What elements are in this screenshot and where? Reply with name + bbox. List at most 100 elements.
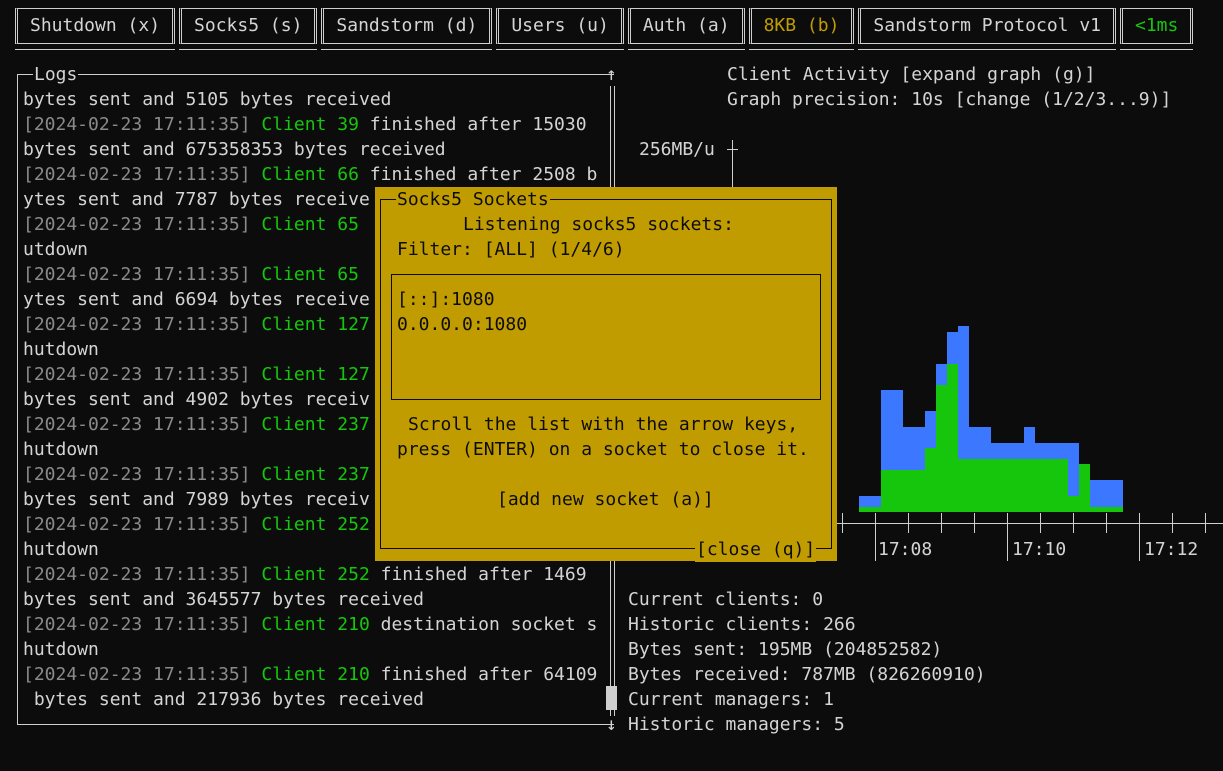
log-line: bytes sent and 675358353 bytes received	[23, 137, 446, 162]
log-timestamp: [2024-02-23 17:11:35]	[23, 364, 262, 385]
x-tick	[842, 513, 843, 533]
socket-item[interactable]: 0.0.0.0:1080	[397, 312, 527, 337]
log-line: [2024-02-23 17:11:35] Client 66 finished…	[23, 162, 597, 187]
tab-shutdown-x[interactable]: Shutdown (x)	[15, 8, 176, 50]
scroll-up-arrow-icon[interactable]: ↑	[606, 62, 617, 87]
tab-users-u[interactable]: Users (u)	[496, 8, 624, 50]
log-line: bytes sent and 5105 bytes received	[23, 87, 391, 112]
log-line: [2024-02-23 17:11:35] Client 252	[23, 512, 370, 537]
bar-received	[881, 470, 892, 512]
tab-sandstorm-protocol-v1[interactable]: Sandstorm Protocol v1	[858, 8, 1116, 50]
scroll-down-arrow-icon[interactable]: ↓	[606, 712, 617, 737]
bar-received	[1079, 464, 1090, 512]
log-timestamp: [2024-02-23 17:11:35]	[23, 514, 262, 535]
client-id: Client 210	[261, 614, 370, 635]
log-timestamp: [2024-02-23 17:11:35]	[23, 464, 262, 485]
log-line: [2024-02-23 17:11:35] Client 65	[23, 212, 359, 237]
client-id: Client 210	[261, 664, 370, 685]
x-tick	[1040, 513, 1041, 533]
log-line: [2024-02-23 17:11:35] Client 252 finishe…	[23, 562, 587, 587]
tab-8kb-b[interactable]: 8KB (b)	[748, 8, 855, 50]
bar-received	[947, 364, 958, 512]
help-text-line-2: press (ENTER) on a socket to close it.	[397, 439, 809, 460]
log-text: finished after 64109	[369, 664, 598, 685]
dialog-title: Socks5 Sockets	[396, 187, 550, 212]
log-timestamp: [2024-02-23 17:11:35]	[23, 614, 262, 635]
log-line: [2024-02-23 17:11:35] Client 210 destina…	[23, 612, 597, 637]
log-timestamp: [2024-02-23 17:11:35]	[23, 264, 262, 285]
log-line: utdown	[23, 237, 88, 262]
log-line: ytes sent and 7787 bytes receive	[23, 187, 370, 212]
x-tick	[1106, 513, 1107, 533]
log-timestamp: [2024-02-23 17:11:35]	[23, 664, 262, 685]
bar-received	[1112, 507, 1123, 512]
log-text: bytes sent and 4902 bytes receiv	[23, 389, 370, 410]
bar-received	[1035, 459, 1046, 512]
log-line: [2024-02-23 17:11:35] Client 237	[23, 462, 370, 487]
filter-selector[interactable]: Filter: [ALL] (1/4/6)	[397, 237, 625, 262]
bar-received	[1013, 459, 1024, 512]
bar-received	[958, 459, 969, 512]
x-tick-label: 17:10	[1012, 539, 1067, 560]
x-tick	[941, 513, 942, 533]
x-tick	[1007, 513, 1008, 561]
log-timestamp: [2024-02-23 17:11:35]	[23, 314, 262, 335]
log-timestamp: [2024-02-23 17:11:35]	[23, 414, 262, 435]
stat-line: Current managers: 1	[628, 689, 834, 710]
client-id: Client 237	[261, 464, 370, 485]
log-line: ytes sent and 6694 bytes receive	[23, 287, 370, 312]
client-id: Client 127	[261, 314, 370, 335]
client-id: Client 252	[261, 564, 370, 585]
bar-received	[859, 507, 870, 512]
log-text: hutdown	[23, 439, 99, 460]
y-axis-label: 256MB/u	[639, 139, 715, 160]
graph-precision[interactable]: Graph precision: 10s [change (1/2/3...9)…	[727, 87, 1171, 112]
bar-received	[892, 470, 903, 512]
log-line: bytes sent and 4902 bytes receiv	[23, 387, 370, 412]
x-tick	[908, 513, 909, 533]
client-id: Client 66	[261, 164, 359, 185]
x-tick	[1139, 513, 1140, 561]
tab-socks5-s[interactable]: Socks5 (s)	[179, 8, 318, 50]
bar-received	[1046, 459, 1057, 512]
log-line: hutdown	[23, 337, 99, 362]
tab-sandstorm-d[interactable]: Sandstorm (d)	[321, 8, 493, 50]
log-line: [2024-02-23 17:11:35] Client 237	[23, 412, 370, 437]
log-line: hutdown	[23, 437, 99, 462]
stat-line: Bytes received: 787MB (826260910)	[628, 664, 986, 685]
stat-line: Historic clients: 266	[628, 614, 856, 635]
log-line: [2024-02-23 17:11:35] Client 210 finishe…	[23, 662, 597, 687]
client-id: Client 127	[261, 364, 370, 385]
bar-received	[1068, 496, 1079, 512]
log-text: bytes sent and 3645577 bytes received	[23, 589, 424, 610]
log-text: hutdown	[23, 639, 99, 660]
log-timestamp: [2024-02-23 17:11:35]	[23, 214, 262, 235]
x-tick	[1172, 513, 1173, 533]
bar-received	[969, 459, 980, 512]
log-text: bytes sent and 7989 bytes receiv	[23, 489, 370, 510]
y-axis-tick	[727, 149, 738, 150]
bar-received	[1024, 459, 1035, 512]
add-socket-button[interactable]: [add new socket (a)]	[497, 487, 714, 512]
log-text: destination socket s	[369, 614, 598, 635]
bar-received	[1101, 507, 1112, 512]
bar-received	[925, 448, 936, 512]
x-tick-label: 17:12	[1144, 539, 1199, 560]
log-scrollbar-thumb[interactable]	[606, 686, 617, 710]
tab-1ms[interactable]: <1ms	[1120, 8, 1194, 50]
client-activity-title[interactable]: Client Activity [expand graph (g)]	[727, 62, 1095, 87]
log-text: hutdown	[23, 339, 99, 360]
close-dialog-button[interactable]: [close (q)]	[695, 537, 817, 562]
log-text: utdown	[23, 239, 89, 260]
client-id: Client 65	[261, 264, 359, 285]
bar-received	[991, 459, 1002, 512]
bar-received	[936, 385, 947, 512]
help-text-line-1: Scroll the list with the arrow keys,	[408, 414, 799, 435]
client-id: Client 237	[261, 414, 370, 435]
bar-received	[870, 507, 881, 512]
log-line: [2024-02-23 17:11:35] Client 39 finished…	[23, 112, 587, 137]
log-text: ytes sent and 7787 bytes receive	[23, 189, 370, 210]
log-line: [2024-02-23 17:11:35] Client 65	[23, 262, 359, 287]
socket-item[interactable]: [::]:1080	[397, 287, 495, 312]
tab-auth-a[interactable]: Auth (a)	[627, 8, 745, 50]
